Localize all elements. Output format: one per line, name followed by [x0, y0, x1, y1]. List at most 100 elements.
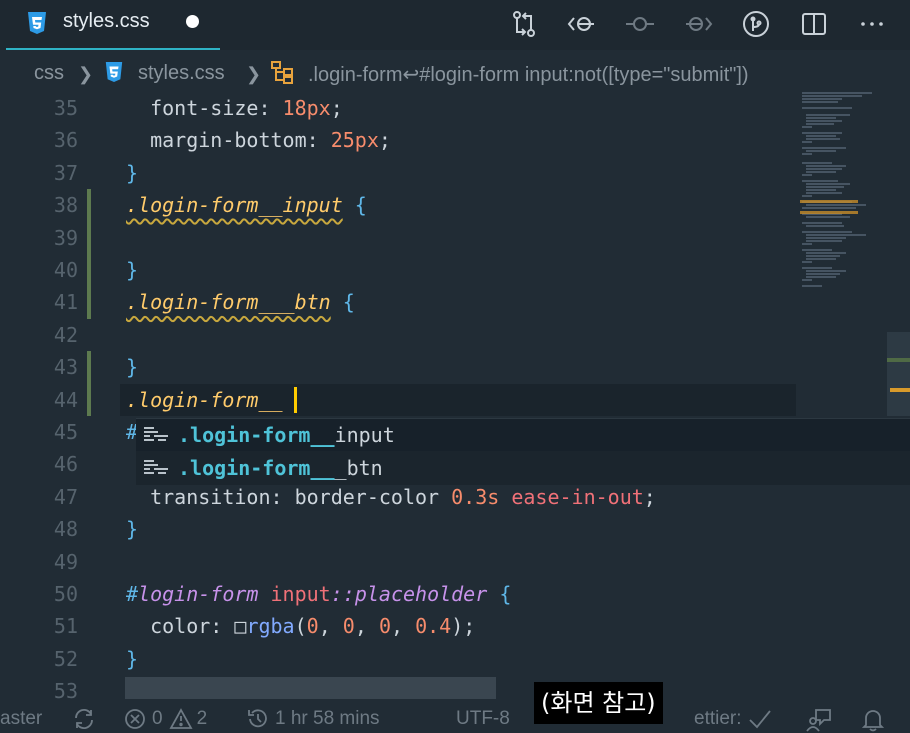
feedback-button[interactable]	[806, 708, 832, 732]
sync-button[interactable]	[72, 708, 96, 730]
minimap-line	[806, 117, 836, 119]
unsaved-dot-icon[interactable]	[186, 15, 199, 28]
minimap-line	[802, 222, 842, 224]
code-line[interactable]: 52}	[0, 643, 910, 675]
suggestion-label: .login-form___btn	[178, 456, 383, 480]
more-actions-button[interactable]	[854, 6, 890, 42]
code-token: :	[306, 128, 331, 153]
code-line[interactable]: 51 color: □rgba(0, 0, 0, 0.4);	[0, 610, 910, 642]
code-line[interactable]: 36 margin-bottom: 25px;	[0, 124, 910, 156]
code-line[interactable]: 43}	[0, 351, 910, 383]
error-count: 0	[152, 708, 163, 729]
line-number: 47	[53, 484, 78, 509]
horizontal-scrollbar[interactable]	[125, 677, 496, 699]
minimap-line	[802, 174, 812, 176]
code-line[interactable]: 39	[0, 222, 910, 254]
split-editor-button[interactable]	[796, 6, 832, 42]
code-token: }	[126, 646, 139, 671]
tab-styles-css[interactable]: styles.css	[6, 0, 220, 50]
previous-change-button[interactable]	[564, 6, 600, 42]
minimap-line	[806, 258, 836, 260]
suggestion-item[interactable]: .login-form___btn	[136, 452, 910, 484]
code-token: 18px	[282, 96, 331, 120]
code-text: }	[126, 258, 138, 282]
minimap-line	[806, 225, 844, 227]
caption-overlay: (화면 참고)	[534, 682, 663, 724]
circle-line-icon	[626, 17, 654, 31]
code-line[interactable]: 40}	[0, 254, 910, 286]
toggle-change-button[interactable]	[622, 6, 658, 42]
suggestion-item[interactable]: .login-form__input	[136, 419, 910, 451]
code-token: :	[210, 614, 235, 639]
minimap-line	[806, 216, 850, 218]
problems-status[interactable]: 0 2	[124, 708, 207, 730]
line-number: 39	[53, 225, 78, 250]
code-token: ease-in-out	[511, 484, 644, 509]
code-token: ::placeholder	[330, 582, 488, 606]
minimap-line	[802, 180, 838, 182]
minimap[interactable]	[798, 92, 894, 292]
code-token: .login-form__	[126, 387, 283, 412]
tab-title: styles.css	[63, 10, 150, 32]
line-number: 41	[53, 290, 78, 315]
line-number: 48	[53, 517, 78, 542]
code-token: ,	[354, 614, 379, 639]
code-line[interactable]: 44 .login-form__	[0, 383, 910, 416]
code-line[interactable]: 38 .login-form__input {	[0, 189, 910, 221]
code-token: margin-bottom	[126, 128, 307, 153]
minimap-highlight	[800, 211, 858, 214]
code-line[interactable]: 50 #login-form input::placeholder {	[0, 578, 910, 610]
code-token: :	[258, 96, 283, 120]
editor-actions	[484, 6, 890, 42]
line-number: 46	[53, 452, 78, 477]
minimap-line	[802, 95, 862, 97]
code-token: }	[126, 355, 139, 380]
prettier-status[interactable]: ettier:	[694, 708, 772, 730]
code-line[interactable]: 42	[0, 319, 910, 351]
css-file-icon	[28, 12, 46, 34]
vertical-scrollbar[interactable]	[887, 332, 910, 416]
notifications-button[interactable]	[862, 708, 884, 732]
ellipsis-icon	[861, 22, 883, 26]
next-change-button[interactable]	[680, 6, 716, 42]
breadcrumb-symbol[interactable]: .login-form↩#login-form input:not([type=…	[308, 62, 749, 87]
breadcrumb-folder[interactable]: css	[34, 62, 64, 85]
code-line[interactable]: 48}	[0, 513, 910, 545]
code-line[interactable]: 37}	[0, 157, 910, 189]
minimap-line	[806, 120, 842, 122]
time-tracker[interactable]: 1 hr 58 mins	[246, 708, 380, 730]
line-number: 53	[53, 679, 78, 704]
line-number: 44	[53, 387, 78, 412]
open-changes-button[interactable]	[506, 6, 542, 42]
code-text: }	[126, 355, 138, 379]
branch-status[interactable]: aster	[0, 708, 42, 730]
minimap-line	[806, 150, 836, 152]
prettier-label: ettier:	[694, 708, 742, 729]
minimap-line	[806, 135, 836, 137]
minimap-line	[802, 207, 856, 209]
code-token: rgba	[246, 614, 295, 639]
code-line[interactable]: 49	[0, 546, 910, 578]
code-token: }	[126, 160, 139, 185]
code-token: );	[451, 614, 476, 639]
code-editor[interactable]: 35 font-size: 18px; 36 margin-bottom: 25p…	[0, 92, 910, 704]
breadcrumb-file[interactable]: styles.css	[138, 62, 225, 85]
symbol-keyword-icon	[144, 460, 168, 474]
line-number: 51	[53, 614, 78, 639]
minimap-line	[806, 252, 846, 254]
encoding-status[interactable]: UTF-8	[456, 708, 510, 730]
css-file-icon	[105, 62, 123, 82]
code-text: color: □rgba(0, 0, 0, 0.4);	[126, 614, 475, 638]
code-line[interactable]: 35 font-size: 18px;	[0, 92, 910, 124]
minimap-line	[802, 243, 812, 245]
code-token: }	[126, 258, 139, 282]
error-icon	[125, 709, 145, 729]
minimap-line	[806, 186, 844, 188]
code-token: color	[126, 614, 211, 639]
minimap-line	[802, 249, 832, 251]
code-text: .login-form___btn {	[126, 290, 355, 314]
code-line[interactable]: 41 .login-form___btn {	[0, 286, 910, 318]
code-line[interactable]: 47 transition: border-color 0.3s ease-in…	[0, 481, 910, 513]
git-lens-button[interactable]	[738, 6, 774, 42]
